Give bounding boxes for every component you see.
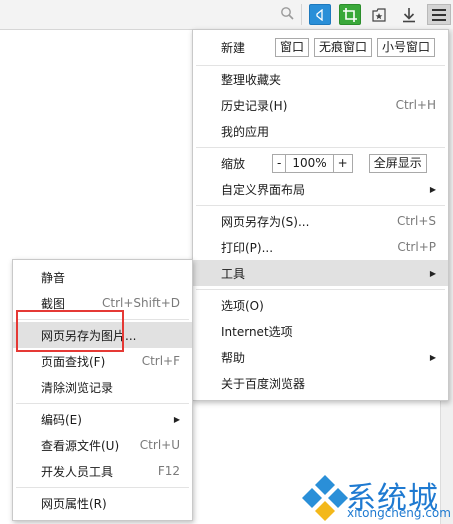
menu-item-save-as[interactable]: 网页另存为(S)... Ctrl+S (193, 208, 448, 234)
sound-icon[interactable] (309, 4, 331, 25)
menu-item-label: 静音 (41, 270, 66, 285)
menu-new: 新建 窗口 无痕窗口 小号窗口 (193, 34, 448, 60)
zoom-controls: - 100% + 全屏显示 (245, 153, 427, 173)
menu-item-label: 帮助 (221, 350, 246, 365)
chevron-right-icon: ▶ (429, 184, 436, 194)
menu-zoom: 缩放 - 100% + 全屏显示 (193, 150, 448, 176)
chevron-right-icon: ▶ (429, 268, 436, 278)
zoom-out-button[interactable]: - (272, 153, 287, 173)
menu-item-shortcut: Ctrl+P (397, 240, 436, 254)
crop-icon[interactable] (339, 4, 361, 25)
menu-item-label: 查看源文件(U) (41, 438, 120, 453)
menu-item-about[interactable]: 关于百度浏览器 (193, 370, 448, 396)
menu-item-tools[interactable]: 工具 ▶ (193, 260, 448, 286)
watermark-url: xitongcheng.com (347, 506, 451, 520)
main-menu: 新建 窗口 无痕窗口 小号窗口 整理收藏夹 历史记录(H) Ctrl+H 我的应… (192, 29, 449, 401)
menu-divider (196, 147, 445, 148)
menu-divider (196, 205, 445, 206)
search-icon[interactable] (279, 6, 295, 22)
menu-item-label: 自定义界面布局 (221, 182, 306, 197)
menu-item-shortcut: Ctrl+F (141, 354, 180, 368)
menu-divider (16, 403, 189, 404)
zoom-in-button[interactable]: + (332, 153, 353, 173)
menu-item-label: Internet选项 (221, 324, 293, 339)
menu-item-label: 编码(E) (41, 412, 82, 427)
download-icon[interactable] (398, 4, 420, 25)
menu-item-my-apps[interactable]: 我的应用 (193, 118, 448, 144)
submenu-item-view-source[interactable]: 查看源文件(U) Ctrl+U (13, 432, 192, 458)
menu-item-label: 开发人员工具 (41, 464, 114, 479)
menu-item-label: 网页属性(R) (41, 496, 107, 511)
menu-item-shortcut: Ctrl+Shift+D (102, 296, 180, 310)
highlight-callout-box (16, 310, 124, 352)
menu-item-label: 我的应用 (221, 124, 270, 139)
menu-item-internet-options[interactable]: Internet选项 (193, 318, 448, 344)
menu-item-help[interactable]: 帮助 ▶ (193, 344, 448, 370)
favorite-icon[interactable] (368, 4, 390, 25)
menu-item-custom-layout[interactable]: 自定义界面布局 ▶ (193, 176, 448, 202)
submenu-item-dev-tools[interactable]: 开发人员工具 F12 (13, 458, 192, 484)
menu-item-shortcut: Ctrl+U (139, 438, 180, 452)
menu-item-label: 整理收藏夹 (221, 72, 282, 87)
menu-item-label: 截图 (41, 296, 66, 311)
new-small-window-button[interactable]: 小号窗口 (377, 37, 436, 57)
submenu-item-properties[interactable]: 网页属性(R) (13, 490, 192, 516)
menu-item-shortcut: Ctrl+S (396, 214, 436, 228)
new-window-button[interactable]: 窗口 (275, 37, 310, 57)
menu-item-label: 选项(O) (221, 298, 264, 313)
menu-item-history[interactable]: 历史记录(H) Ctrl+H (193, 92, 448, 118)
menu-item-print[interactable]: 打印(P)... Ctrl+P (193, 234, 448, 260)
menu-item-label: 关于百度浏览器 (221, 376, 306, 391)
menu-item-label: 打印(P)... (221, 240, 274, 255)
menu-item-label: 历史记录(H) (221, 98, 288, 113)
chevron-right-icon: ▶ (429, 352, 436, 362)
tools-submenu: 静音 截图 Ctrl+Shift+D 网页另存为图片... 页面查找(F) Ct… (12, 259, 193, 521)
menu-item-label: 网页另存为(S)... (221, 214, 310, 229)
submenu-item-mute[interactable]: 静音 (13, 264, 192, 290)
browser-toolbar (0, 0, 453, 30)
submenu-item-encoding[interactable]: 编码(E) ▶ (13, 406, 192, 432)
chevron-right-icon: ▶ (173, 414, 180, 424)
menu-item-shortcut: F12 (157, 464, 180, 478)
menu-item-shortcut: Ctrl+H (395, 98, 436, 112)
toolbar-divider (301, 4, 302, 25)
menu-divider (196, 289, 445, 290)
menu-item-label: 工具 (221, 266, 246, 281)
zoom-label: 缩放 (221, 156, 246, 171)
fullscreen-button[interactable]: 全屏显示 (368, 153, 427, 173)
menu-icon[interactable] (427, 4, 451, 25)
new-label: 新建 (221, 40, 246, 55)
menu-item-options[interactable]: 选项(O) (193, 292, 448, 318)
submenu-item-clear-history[interactable]: 清除浏览记录 (13, 374, 192, 400)
menu-item-label: 清除浏览记录 (41, 380, 114, 395)
menu-item-label: 页面查找(F) (41, 354, 106, 369)
zoom-level: 100% (286, 153, 333, 173)
menu-item-bookmarks[interactable]: 整理收藏夹 (193, 66, 448, 92)
new-incognito-window-button[interactable]: 无痕窗口 (314, 37, 373, 57)
menu-divider (16, 487, 189, 488)
watermark-logo-icon (302, 475, 348, 521)
